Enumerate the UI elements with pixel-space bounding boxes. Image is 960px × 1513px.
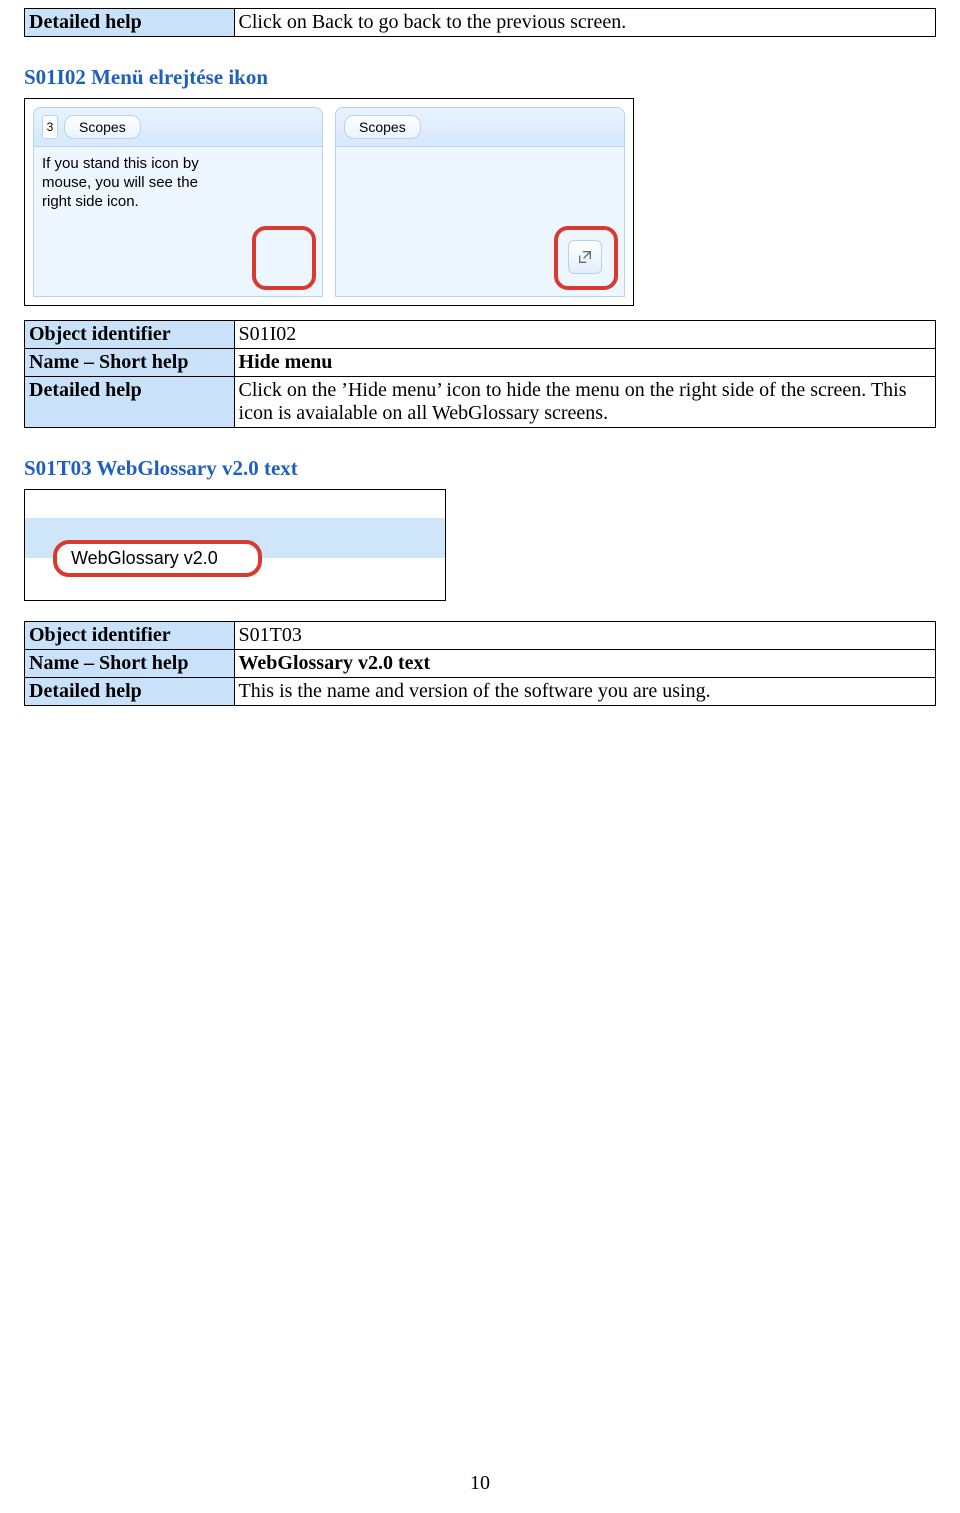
figure-left-panel: 3 Scopes If you stand this icon by mouse… bbox=[33, 107, 323, 297]
s1-r3-value: Click on the ’Hide menu’ icon to hide th… bbox=[234, 377, 935, 428]
hint-text: If you stand this icon by mouse, you wil… bbox=[42, 155, 314, 211]
webglossary-label: WebGlossary v2.0 bbox=[53, 540, 262, 577]
s2-r1-label: Object identifier bbox=[25, 622, 235, 650]
red-highlight-box bbox=[252, 226, 316, 290]
section2-table: Object identifier S01T03 Name – Short he… bbox=[24, 621, 936, 706]
top-table-value: Click on Back to go back to the previous… bbox=[234, 9, 935, 37]
page-number: 10 bbox=[0, 1472, 960, 1495]
scopes-button[interactable]: Scopes bbox=[64, 115, 141, 139]
toolbar-number-badge: 3 bbox=[42, 115, 58, 139]
section1-table: Object identifier S01I02 Name – Short he… bbox=[24, 320, 936, 428]
s1-r1-label: Object identifier bbox=[25, 321, 235, 349]
section1-heading: S01I02 Menü elrejtése ikon bbox=[24, 65, 936, 90]
s1-r1-value: S01I02 bbox=[234, 321, 935, 349]
s2-r3-value: This is the name and version of the soft… bbox=[234, 678, 935, 706]
s1-r3-label: Detailed help bbox=[25, 377, 235, 428]
s2-r3-label: Detailed help bbox=[25, 678, 235, 706]
top-table: Detailed help Click on Back to go back t… bbox=[24, 8, 936, 37]
s2-r2-label: Name – Short help bbox=[25, 650, 235, 678]
s1-r2-label: Name – Short help bbox=[25, 349, 235, 377]
s1-r2-value: Hide menu bbox=[234, 349, 935, 377]
section1-figure: 3 Scopes If you stand this icon by mouse… bbox=[24, 98, 634, 306]
top-table-label: Detailed help bbox=[25, 9, 235, 37]
s2-r2-value: WebGlossary v2.0 text bbox=[234, 650, 935, 678]
section2-figure: WebGlossary v2.0 bbox=[24, 489, 446, 601]
red-highlight-box bbox=[554, 226, 618, 290]
scopes-button[interactable]: Scopes bbox=[344, 115, 421, 139]
figure-right-panel: Scopes bbox=[335, 107, 625, 297]
s2-r1-value: S01T03 bbox=[234, 622, 935, 650]
section2-heading: S01T03 WebGlossary v2.0 text bbox=[24, 456, 936, 481]
